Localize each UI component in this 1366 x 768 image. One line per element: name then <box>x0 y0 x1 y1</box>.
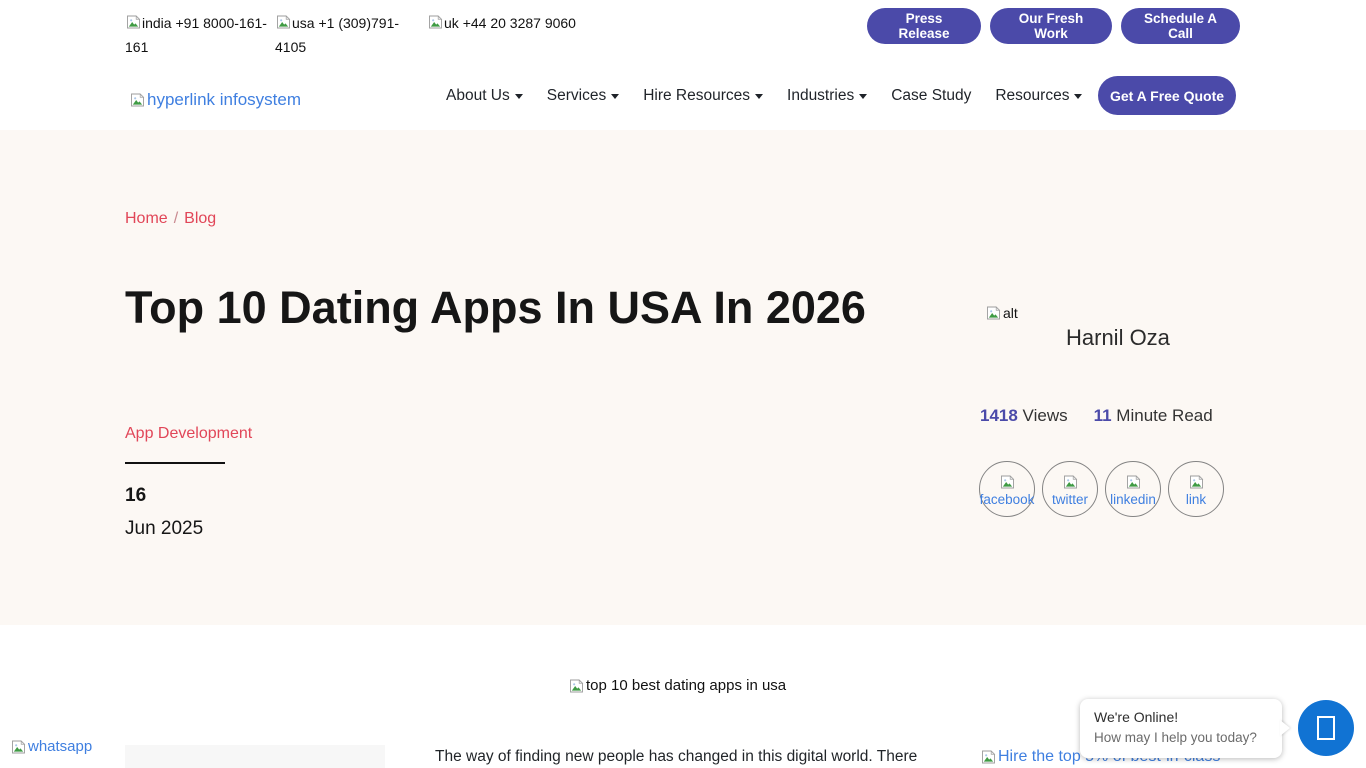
whatsapp-button[interactable]: whatsapp <box>10 738 92 755</box>
chevron-down-icon <box>859 94 867 99</box>
article-paragraph: The way of finding new people has change… <box>435 745 935 768</box>
broken-image-icon <box>129 92 146 108</box>
nav-item-about-us[interactable]: About Us <box>446 87 523 105</box>
broken-image-icon <box>1062 474 1079 490</box>
logo-alt-text: hyperlink infosystem <box>147 90 301 110</box>
chat-status-text: We're Online! <box>1094 709 1268 725</box>
post-date-month-year: Jun 2025 <box>125 518 203 540</box>
avatar-alt-text: alt <box>1003 305 1018 321</box>
author-avatar: alt <box>985 305 1018 321</box>
hero-section: Home / Blog Top 10 Dating Apps In USA In 2… <box>0 130 1366 625</box>
share-copy-link-button[interactable]: link <box>1168 461 1224 517</box>
nav-item-resources[interactable]: Resources <box>995 87 1082 105</box>
press-release-button[interactable]: Press Release <box>867 8 981 44</box>
share-twitter-button[interactable]: twitter <box>1042 461 1098 517</box>
nav-item-label: Resources <box>995 87 1069 105</box>
author-name: Harnil Oza <box>1066 325 1170 351</box>
nav-item-case-study[interactable]: Case Study <box>891 87 971 105</box>
flag-usa-alt: usa <box>292 15 315 31</box>
nav-item-services[interactable]: Services <box>547 87 619 105</box>
our-fresh-work-button[interactable]: Our Fresh Work <box>990 8 1112 44</box>
nav-item-label: Services <box>547 87 606 105</box>
share-alt-text: linkedin <box>1110 492 1156 507</box>
nav-item-label: Industries <box>787 87 854 105</box>
broken-image-icon <box>568 678 585 694</box>
broken-image-icon <box>1188 474 1205 490</box>
broken-image-icon <box>1125 474 1142 490</box>
flag-india-alt: india <box>142 15 172 31</box>
broken-image-icon <box>10 739 27 755</box>
nav-item-label: Hire Resources <box>643 87 750 105</box>
share-alt-text: link <box>1186 492 1206 507</box>
phone-uk[interactable]: uk +44 20 3287 9060 <box>427 11 647 35</box>
chevron-down-icon <box>611 94 619 99</box>
views-label: Views <box>1018 406 1068 425</box>
flag-uk-alt: uk <box>444 15 459 31</box>
main-nav: hyperlink infosystem About Us Services H… <box>0 62 1366 130</box>
phone-india[interactable]: india +91 8000-161-161 <box>125 11 275 59</box>
chevron-down-icon <box>515 94 523 99</box>
hero-image-alt-text: top 10 best dating apps in usa <box>586 677 786 694</box>
phone-usa[interactable]: usa +1 (309)791-4105 <box>275 11 410 59</box>
article-hero-image: top 10 best dating apps in usa <box>568 677 786 694</box>
share-linkedin-button[interactable]: linkedin <box>1105 461 1161 517</box>
broken-image-icon <box>980 749 997 765</box>
broken-image-icon <box>999 474 1016 490</box>
share-alt-text: facebook <box>980 492 1035 507</box>
chevron-down-icon <box>1074 94 1082 99</box>
chat-tooltip-pointer <box>1280 720 1290 736</box>
chevron-down-icon <box>755 94 763 99</box>
share-facebook-button[interactable]: facebook <box>979 461 1035 517</box>
page-title: Top 10 Dating Apps In USA In 2026 <box>125 274 885 341</box>
breadcrumb-home-link[interactable]: Home <box>125 210 168 227</box>
whatsapp-alt-text: whatsapp <box>28 738 92 755</box>
broken-image-icon <box>275 14 292 30</box>
chat-launcher-button[interactable] <box>1298 700 1354 756</box>
broken-image-icon <box>985 305 1002 321</box>
nav-menu: About Us Services Hire Resources Industr… <box>446 62 1183 130</box>
broken-image-icon <box>125 14 142 30</box>
nav-item-industries[interactable]: Industries <box>787 87 867 105</box>
nav-item-label: Case Study <box>891 87 971 105</box>
chat-prompt-text: How may I help you today? <box>1094 730 1268 745</box>
broken-image-icon <box>427 14 444 30</box>
breadcrumb-separator: / <box>174 210 178 227</box>
category-link[interactable]: App Development <box>125 425 252 443</box>
topbar: india +91 8000-161-161 usa +1 (309)791-4… <box>0 0 1366 62</box>
chat-tooltip: We're Online! How may I help you today? <box>1080 699 1282 758</box>
post-date-day: 16 <box>125 485 146 507</box>
title-divider <box>125 462 225 464</box>
phone-number-uk[interactable]: +44 20 3287 9060 <box>463 15 576 31</box>
read-time-count: 11 <box>1094 406 1112 425</box>
table-of-contents-box <box>125 745 385 768</box>
views-count: 1418 <box>980 406 1018 425</box>
nav-item-hire-resources[interactable]: Hire Resources <box>643 87 763 105</box>
read-time-label: Minute Read <box>1112 406 1213 425</box>
chat-icon <box>1317 716 1335 740</box>
get-a-free-quote-button[interactable]: Get A Free Quote <box>1098 76 1236 115</box>
breadcrumb: Home / Blog <box>125 210 216 228</box>
share-alt-text: twitter <box>1052 492 1088 507</box>
blog-page: india +91 8000-161-161 usa +1 (309)791-4… <box>0 0 1366 768</box>
logo-link[interactable]: hyperlink infosystem <box>129 90 301 110</box>
schedule-a-call-button[interactable]: Schedule A Call <box>1121 8 1240 44</box>
breadcrumb-blog-link[interactable]: Blog <box>184 210 216 227</box>
nav-item-label: About Us <box>446 87 510 105</box>
share-buttons: facebook twitter linkedin link <box>979 461 1224 517</box>
post-stats: 1418 Views 11 Minute Read <box>980 406 1213 426</box>
